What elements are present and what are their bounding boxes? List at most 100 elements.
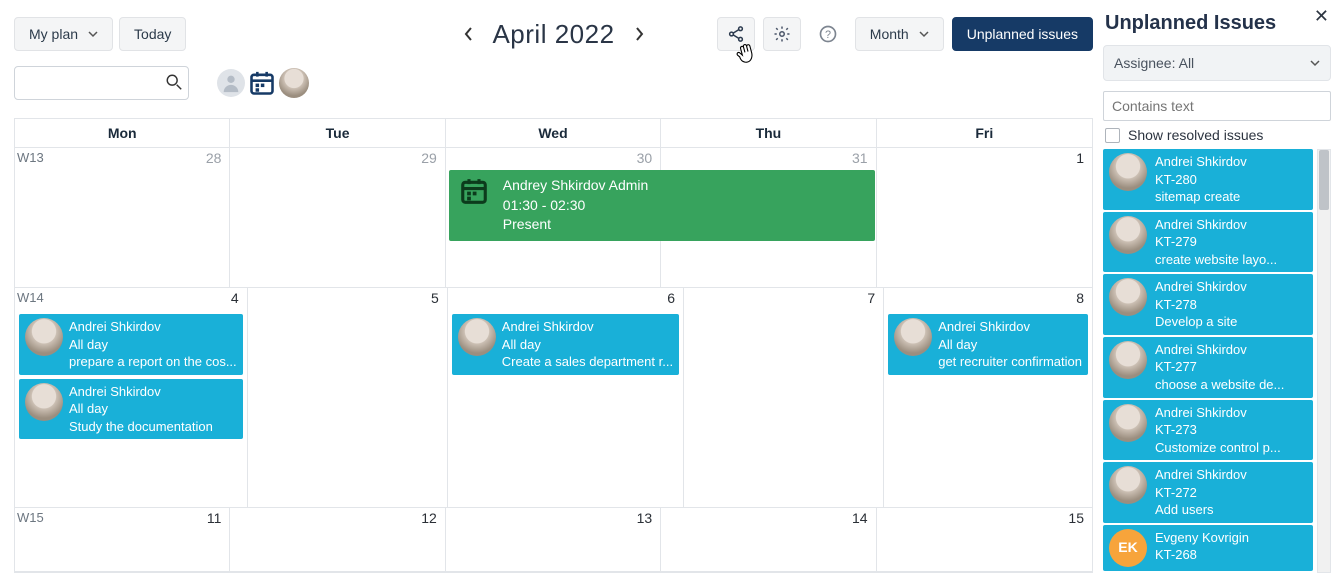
unplanned-issues-panel: ✕ Unplanned Issues Assignee: All Show re… — [1097, 0, 1337, 573]
weekday-label: Mon — [15, 119, 230, 147]
week-label: W14 — [17, 290, 44, 305]
prev-month-button[interactable] — [458, 24, 478, 44]
day-cell[interactable]: 28 — [15, 148, 230, 287]
calendar-event[interactable]: Andrei Shkirdov All day get recruiter co… — [888, 314, 1088, 375]
day-cell[interactable]: 15 — [877, 508, 1092, 571]
show-resolved-checkbox[interactable]: Show resolved issues — [1103, 127, 1331, 143]
issue-card[interactable]: Andrei ShkirdovKT-272Add users — [1103, 462, 1313, 523]
day-cell[interactable]: 30 Andrey Shkirdov Admin 01:30 - 02:30 P… — [446, 148, 661, 287]
issue-card[interactable]: Andrei ShkirdovKT-277choose a website de… — [1103, 337, 1313, 398]
issue-title: sitemap create — [1155, 188, 1247, 206]
calendar-icon[interactable] — [247, 68, 277, 98]
share-icon — [727, 25, 745, 43]
event-avatar — [458, 318, 496, 356]
scrollbar[interactable] — [1317, 149, 1331, 573]
event-assignee: Andrei Shkirdov — [69, 383, 213, 401]
issue-avatar: EK — [1109, 529, 1147, 567]
calendar-grid: Mon Tue Wed Thu Fri W13 28 29 30 — [14, 118, 1093, 573]
people-icon[interactable] — [217, 69, 245, 97]
weekday-label: Thu — [661, 119, 876, 147]
issue-card[interactable]: Andrei ShkirdovKT-273Customize control p… — [1103, 400, 1313, 461]
issue-assignee: Andrei Shkirdov — [1155, 404, 1281, 422]
issue-avatar — [1109, 278, 1147, 316]
issue-assignee: Andrei Shkirdov — [1155, 466, 1247, 484]
user-avatar[interactable] — [279, 68, 309, 98]
event-assignee: Andrei Shkirdov — [69, 318, 237, 336]
day-cell[interactable]: 5 — [248, 288, 448, 507]
event-duration: All day — [938, 336, 1082, 354]
issue-title: create website layo... — [1155, 251, 1277, 269]
issue-card[interactable]: Andrei ShkirdovKT-280sitemap create — [1103, 149, 1313, 210]
search-input[interactable] — [14, 66, 189, 100]
checkbox-icon — [1105, 128, 1120, 143]
event-title: Present — [503, 215, 649, 235]
issue-card[interactable]: Andrei ShkirdovKT-279create website layo… — [1103, 212, 1313, 273]
week-label: W13 — [17, 150, 44, 165]
day-cell[interactable]: 6 Andrei Shkirdov All day Create a sales… — [448, 288, 684, 507]
calendar-week-row: W14 4 Andrei Shkirdov All day prepare a … — [15, 288, 1092, 508]
day-cell[interactable]: 13 — [446, 508, 661, 571]
month-nav: April 2022 — [458, 19, 648, 50]
event-avatar — [25, 383, 63, 421]
calendar-header: Mon Tue Wed Thu Fri — [15, 118, 1092, 148]
subbar — [14, 58, 1093, 108]
next-month-button[interactable] — [629, 24, 649, 44]
issue-title: Develop a site — [1155, 313, 1247, 331]
event-avatar — [894, 318, 932, 356]
issue-card[interactable]: EKEvgeny KovriginKT-268 — [1103, 525, 1313, 571]
svg-text:?: ? — [825, 29, 831, 41]
issue-key: KT-268 — [1155, 546, 1249, 564]
weekday-label: Wed — [446, 119, 661, 147]
event-title: Study the documentation — [69, 418, 213, 436]
day-cell[interactable]: 11 — [15, 508, 230, 571]
calendar-event[interactable]: Andrei Shkirdov All day prepare a report… — [19, 314, 243, 375]
share-button[interactable] — [717, 17, 755, 51]
day-cell[interactable]: 4 Andrei Shkirdov All day prepare a repo… — [15, 288, 248, 507]
week-label: W15 — [17, 510, 44, 525]
issue-card[interactable]: Andrei ShkirdovKT-278Develop a site — [1103, 274, 1313, 335]
topbar: My plan Today April 2022 — [14, 10, 1093, 58]
day-cell[interactable]: 31 — [661, 148, 876, 287]
day-cell[interactable]: 12 — [230, 508, 445, 571]
issue-assignee: Andrei Shkirdov — [1155, 216, 1277, 234]
settings-button[interactable] — [763, 17, 801, 51]
day-cell[interactable]: 29 — [230, 148, 445, 287]
day-cell[interactable]: 14 — [661, 508, 876, 571]
issue-avatar — [1109, 466, 1147, 504]
filter-text-input[interactable] — [1103, 91, 1331, 121]
day-cell[interactable]: 8 Andrei Shkirdov All day get recruiter … — [884, 288, 1092, 507]
assignee-dropdown[interactable]: Assignee: All — [1103, 45, 1331, 81]
help-button[interactable]: ? — [809, 17, 847, 51]
chevron-down-icon — [88, 29, 98, 39]
day-cell[interactable]: 7 — [684, 288, 884, 507]
issue-title: Customize control p... — [1155, 439, 1281, 457]
issue-avatar — [1109, 153, 1147, 191]
day-cell[interactable]: 1 — [877, 148, 1092, 287]
issue-avatar — [1109, 341, 1147, 379]
issue-key: KT-277 — [1155, 358, 1284, 376]
issue-key: KT-272 — [1155, 484, 1247, 502]
issue-title: Add users — [1155, 501, 1247, 519]
calendar-icon — [459, 176, 489, 206]
today-button[interactable]: Today — [119, 17, 186, 51]
calendar-event[interactable]: Andrei Shkirdov All day Study the docume… — [19, 379, 243, 440]
weekday-label: Fri — [877, 119, 1092, 147]
unplanned-issues-button[interactable]: Unplanned issues — [952, 17, 1093, 51]
issue-avatar — [1109, 216, 1147, 254]
help-icon: ? — [818, 24, 838, 44]
panel-title: Unplanned Issues — [1105, 12, 1331, 35]
month-title: April 2022 — [492, 19, 614, 50]
scrollbar-thumb[interactable] — [1319, 150, 1329, 210]
event-duration: All day — [69, 336, 237, 354]
weekday-label: Tue — [230, 119, 445, 147]
event-assignee: Andrei Shkirdov — [938, 318, 1082, 336]
event-title: Create a sales department r... — [502, 353, 673, 371]
view-dropdown[interactable]: Month — [855, 17, 944, 51]
calendar-event[interactable]: Andrei Shkirdov All day Create a sales d… — [452, 314, 679, 375]
calendar-week-row: W13 28 29 30 Andrey Shkirdov Admin 01:30… — [15, 148, 1092, 288]
my-plan-dropdown[interactable]: My plan — [14, 17, 113, 51]
close-panel-button[interactable]: ✕ — [1314, 6, 1329, 27]
event-time: 01:30 - 02:30 — [503, 196, 649, 216]
issue-assignee: Andrei Shkirdov — [1155, 341, 1284, 359]
event-avatar — [25, 318, 63, 356]
